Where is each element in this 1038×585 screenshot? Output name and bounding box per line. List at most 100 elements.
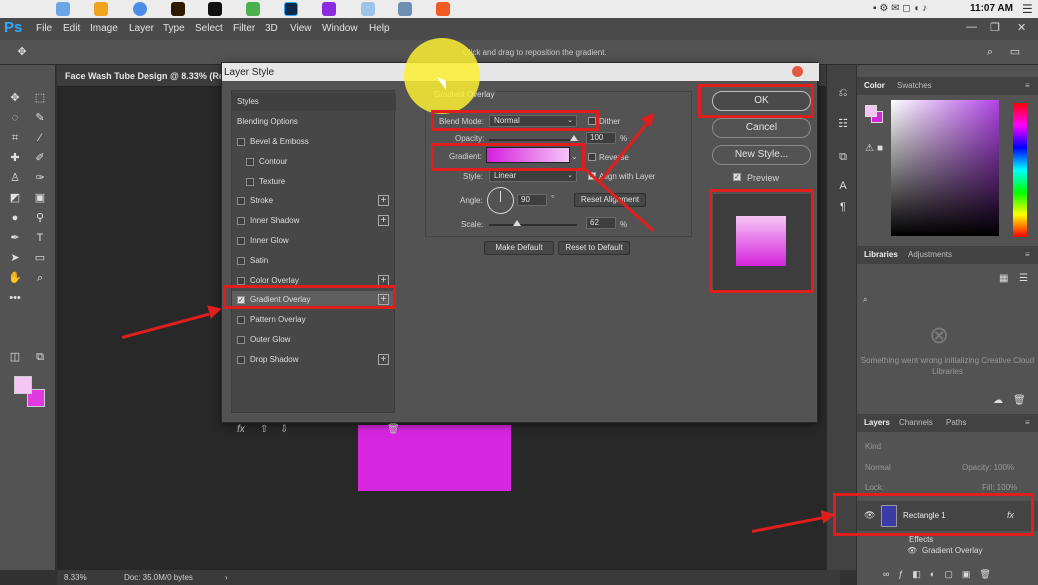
tab-adjustments[interactable]: Adjustments: [908, 250, 952, 259]
canvas-rectangle[interactable]: [358, 425, 511, 491]
gradient-icon[interactable]: ▣: [32, 191, 48, 205]
library-search-icon[interactable]: ⌕: [863, 295, 867, 305]
network-icon[interactable]: [398, 2, 412, 16]
add-drop-shadow-icon[interactable]: +: [378, 353, 389, 365]
type-icon[interactable]: T: [32, 231, 48, 245]
style-item-contour[interactable]: Contour: [232, 153, 396, 171]
eyedropper-icon[interactable]: ⁄: [32, 131, 48, 145]
cancel-button[interactable]: Cancel: [712, 118, 811, 138]
scale-slider[interactable]: [489, 224, 577, 226]
properties-icon[interactable]: ☷: [836, 117, 850, 131]
style-item-outer-glow[interactable]: Outer Glow: [232, 331, 396, 349]
camtasia-icon[interactable]: [246, 2, 260, 16]
menu-file[interactable]: File: [36, 23, 52, 34]
pen-icon[interactable]: ✒: [7, 231, 23, 245]
style-item-inner-glow[interactable]: Inner Glow: [232, 232, 396, 250]
hue-slider[interactable]: [1013, 103, 1027, 237]
zoom-icon[interactable]: ⌕: [32, 271, 48, 285]
illustrator-icon[interactable]: [171, 2, 185, 16]
layer-filter-kind[interactable]: Kind: [865, 442, 881, 451]
stroke-checkbox[interactable]: [237, 197, 245, 206]
move-down-icon[interactable]: ⇩: [280, 424, 288, 435]
zoom-level[interactable]: 8.33%: [64, 573, 87, 582]
effect-eye-icon[interactable]: 👁: [907, 546, 917, 555]
foreground-color-swatch[interactable]: [14, 376, 32, 394]
workspace-icon[interactable]: ▭: [1007, 45, 1023, 59]
style-item-satin[interactable]: Satin: [232, 252, 396, 270]
path-select-icon[interactable]: ➤: [7, 251, 23, 265]
move-icon[interactable]: ✥: [7, 91, 23, 105]
panel-menu-icon[interactable]: ≡: [1025, 418, 1030, 427]
style-item-texture[interactable]: Texture: [232, 173, 396, 191]
close-icon[interactable]: ✕: [1017, 21, 1026, 34]
dialog-close-icon[interactable]: [792, 66, 803, 77]
blur-icon[interactable]: ●: [7, 211, 23, 225]
texture-checkbox[interactable]: [246, 177, 254, 186]
trash-icon[interactable]: 🗑: [1013, 395, 1026, 406]
contour-checkbox[interactable]: [246, 157, 254, 166]
dialog-titlebar[interactable]: Layer Style: [222, 63, 819, 81]
grid-view-icon[interactable]: ▦: [999, 273, 1008, 284]
inner-shadow-checkbox[interactable]: [237, 217, 245, 226]
more-tools-icon[interactable]: •••: [7, 291, 23, 305]
reverse-checkbox[interactable]: [588, 153, 596, 161]
restore-icon[interactable]: ❐: [990, 21, 1000, 34]
styles-header[interactable]: Styles: [232, 93, 396, 111]
add-stroke-icon[interactable]: +: [378, 195, 389, 207]
menu-view[interactable]: View: [290, 23, 312, 34]
menu-filter[interactable]: Filter: [233, 23, 255, 34]
search-icon[interactable]: ⌕: [982, 45, 998, 59]
stamp-icon[interactable]: ♙: [7, 171, 23, 185]
layer-fill[interactable]: Fill: 100%: [982, 483, 1017, 492]
menu-window[interactable]: Window: [322, 23, 358, 34]
menu-image[interactable]: Image: [90, 23, 118, 34]
move-up-icon[interactable]: ⇧: [260, 424, 268, 435]
panel-menu-icon[interactable]: ≡: [1025, 81, 1030, 90]
marquee-icon[interactable]: ⬚: [32, 91, 48, 105]
clone-source-icon[interactable]: ⧉: [836, 151, 850, 165]
menu-layer[interactable]: Layer: [129, 23, 154, 34]
list-view-icon[interactable]: ☰: [1019, 273, 1028, 284]
menu-3d[interactable]: 3D: [265, 23, 278, 34]
scale-input[interactable]: 62: [586, 217, 616, 229]
tab-layers[interactable]: Layers: [864, 418, 890, 427]
move-tool-icon[interactable]: ✥: [14, 45, 30, 59]
tab-paths[interactable]: Paths: [946, 418, 966, 427]
menu-edit[interactable]: Edit: [63, 23, 80, 34]
color-fg-swatch[interactable]: [865, 105, 877, 117]
tab-swatches[interactable]: Swatches: [897, 81, 932, 90]
delete-effect-icon[interactable]: 🗑: [387, 424, 400, 435]
minimize-icon[interactable]: —: [966, 21, 977, 33]
eraser-icon[interactable]: ◩: [7, 191, 23, 205]
style-item-inner-shadow[interactable]: Inner Shadow +: [232, 212, 396, 230]
color-field[interactable]: [891, 100, 999, 236]
angle-input[interactable]: 90: [517, 194, 547, 206]
opacity-input[interactable]: 100: [586, 132, 616, 144]
outer-glow-checkbox[interactable]: [237, 336, 245, 344]
menu-icon[interactable]: ☰: [1022, 2, 1033, 16]
new-style-button[interactable]: New Style...: [712, 145, 811, 165]
tab-channels[interactable]: Channels: [899, 418, 933, 427]
powerpoint-icon[interactable]: [436, 2, 450, 16]
menu-type[interactable]: Type: [163, 23, 185, 34]
status-arrow-icon[interactable]: ›: [225, 573, 228, 582]
angle-dial[interactable]: [487, 187, 514, 214]
quick-select-icon[interactable]: ✎: [32, 111, 48, 125]
pattern-overlay-checkbox[interactable]: [237, 316, 245, 325]
fx-menu-icon[interactable]: fx: [237, 424, 245, 435]
menu-select[interactable]: Select: [195, 23, 223, 34]
add-color-overlay-icon[interactable]: +: [378, 274, 389, 286]
finder-icon[interactable]: [56, 2, 70, 16]
character-icon[interactable]: A: [836, 180, 850, 194]
photoshop-icon[interactable]: [284, 2, 298, 16]
chrome-icon[interactable]: [133, 2, 147, 16]
healing-icon[interactable]: ✚: [7, 151, 23, 165]
add-inner-shadow-icon[interactable]: +: [378, 215, 389, 227]
blending-options-item[interactable]: Blending Options: [232, 113, 396, 131]
style-item-stroke[interactable]: Stroke +: [232, 192, 396, 210]
media-player-icon[interactable]: [94, 2, 108, 16]
layer-opacity[interactable]: Opacity: 100%: [962, 463, 1014, 472]
preview-checkbox[interactable]: ✓: [733, 173, 741, 181]
reset-alignment-button[interactable]: Reset Alignment: [574, 193, 646, 207]
style-item-pattern-overlay[interactable]: Pattern Overlay: [232, 311, 396, 329]
